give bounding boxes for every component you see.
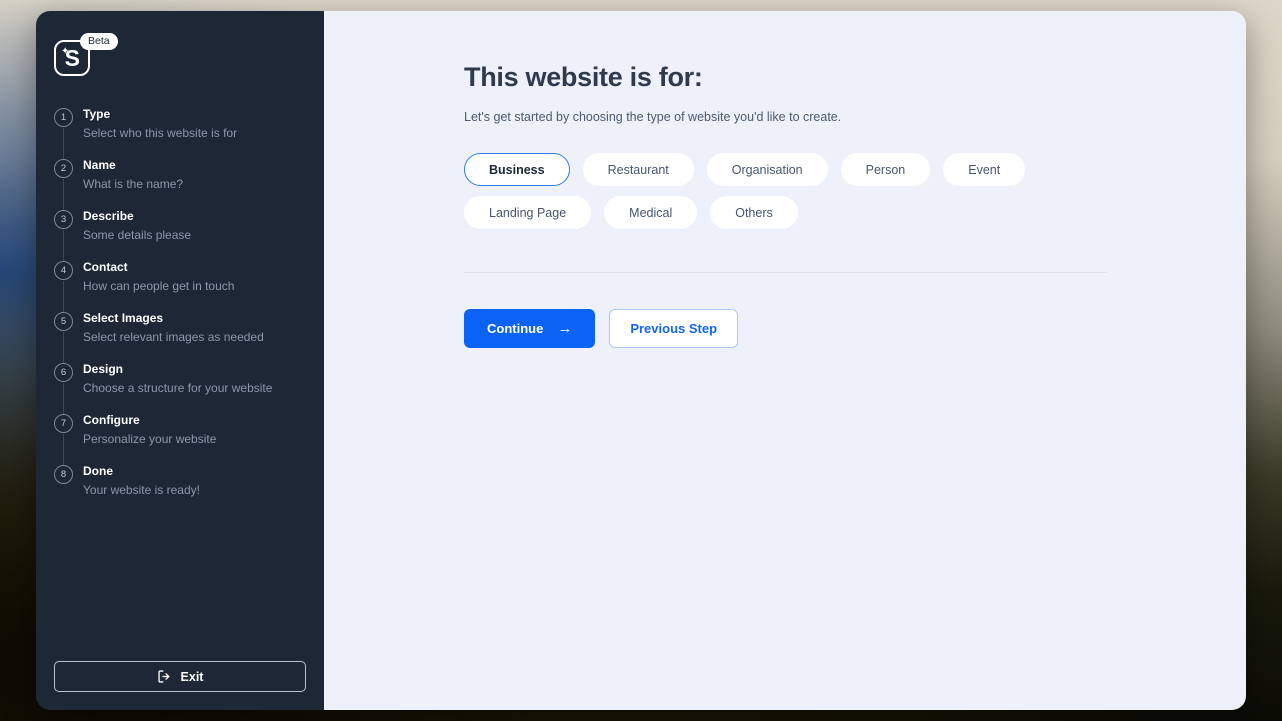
step-text: Done Your website is ready! <box>83 464 200 499</box>
chip-event[interactable]: Event <box>943 153 1026 187</box>
step-item-done[interactable]: 8 Done Your website is ready! <box>54 464 324 515</box>
step-connector <box>63 332 64 364</box>
brand-logo: ✦ S Beta <box>54 33 174 79</box>
step-title: Name <box>83 158 116 172</box>
continue-label: Continue <box>487 321 544 337</box>
step-number: 3 <box>54 210 73 229</box>
step-item-name[interactable]: 2 Name What is the name? <box>54 158 324 211</box>
step-item-configure[interactable]: 7 Configure Personalize your website <box>54 413 324 466</box>
step-connector <box>63 383 64 415</box>
step-title: Design <box>83 362 124 376</box>
step-title: Describe <box>83 209 134 223</box>
step-text: Select Images Select relevant images as n… <box>83 311 264 346</box>
step-item-describe[interactable]: 3 Describe Some details please <box>54 209 324 262</box>
step-number: 4 <box>54 261 73 280</box>
chip-person[interactable]: Person <box>840 153 931 187</box>
chip-medical[interactable]: Medical <box>604 196 698 230</box>
step-text: Contact How can people get in touch <box>83 260 234 295</box>
step-connector <box>63 281 64 313</box>
step-subtitle: Select who this website is for <box>83 126 238 140</box>
chip-organisation[interactable]: Organisation <box>706 153 828 187</box>
step-number: 5 <box>54 312 73 331</box>
step-subtitle: Your website is ready! <box>83 483 200 497</box>
step-subtitle: Choose a structure for your website <box>83 381 273 395</box>
continue-button[interactable]: Continue → <box>464 309 596 349</box>
step-connector <box>63 179 64 211</box>
step-number: 6 <box>54 363 73 382</box>
main-content: This website is for: Let's get started b… <box>324 11 1246 710</box>
page-title: This website is for: <box>464 62 703 92</box>
step-subtitle: Personalize your website <box>83 432 217 446</box>
step-title: Contact <box>83 260 128 274</box>
step-item-type[interactable]: 1 Type Select who this website is for <box>54 107 324 160</box>
exit-button[interactable]: Exit <box>54 661 306 692</box>
step-subtitle: Select relevant images as needed <box>83 330 264 344</box>
step-number: 2 <box>54 159 73 178</box>
step-list: 1 Type Select who this website is for 2 Name… <box>36 107 324 515</box>
logout-icon <box>157 669 172 684</box>
section-divider <box>464 272 1107 274</box>
previous-step-button[interactable]: Previous Step <box>609 309 739 349</box>
chip-landing-page[interactable]: Landing Page <box>464 196 592 230</box>
beta-badge: Beta <box>80 33 118 51</box>
chip-others[interactable]: Others <box>710 196 798 230</box>
sparkle-icon: ✦ <box>61 46 70 57</box>
step-title: Select Images <box>83 311 164 325</box>
step-connector <box>63 128 64 160</box>
chip-restaurant[interactable]: Restaurant <box>582 153 694 187</box>
step-text: Name What is the name? <box>83 158 183 193</box>
step-title: Configure <box>83 413 140 427</box>
arrow-right-icon: → <box>557 320 573 338</box>
step-connector <box>63 230 64 262</box>
website-type-options: Business Restaurant Organisation Person Even… <box>464 153 1114 230</box>
step-item-design[interactable]: 6 Design Choose a structure for your websi… <box>54 362 324 415</box>
step-subtitle: How can people get in touch <box>83 279 235 293</box>
step-subtitle: Some details please <box>83 228 192 242</box>
step-title: Type <box>83 107 111 121</box>
previous-label: Previous Step <box>630 321 718 337</box>
step-text: Configure Personalize your website <box>83 413 216 448</box>
app-window: ✦ S Beta 1 Type Select who this website is… <box>36 11 1246 710</box>
step-item-contact[interactable]: 4 Contact How can people get in touch <box>54 260 324 313</box>
chip-business[interactable]: Business <box>464 153 570 187</box>
step-number: 8 <box>54 465 73 484</box>
step-text: Describe Some details please <box>83 209 191 244</box>
page-subtitle: Let's get started by choosing the type o… <box>464 110 842 125</box>
step-subtitle: What is the name? <box>83 177 184 191</box>
step-number: 1 <box>54 108 73 127</box>
exit-label: Exit <box>180 669 204 684</box>
step-item-select-images[interactable]: 5 Select Images Select relevant images as … <box>54 311 324 364</box>
sidebar: ✦ S Beta 1 Type Select who this website is… <box>36 11 324 710</box>
step-connector <box>63 434 64 466</box>
action-bar: Continue → Previous Step <box>464 309 1246 349</box>
step-text: Type Select who this website is for <box>83 107 237 142</box>
step-title: Done <box>83 464 113 478</box>
step-number: 7 <box>54 414 73 433</box>
step-text: Design Choose a structure for your websit… <box>83 362 272 397</box>
